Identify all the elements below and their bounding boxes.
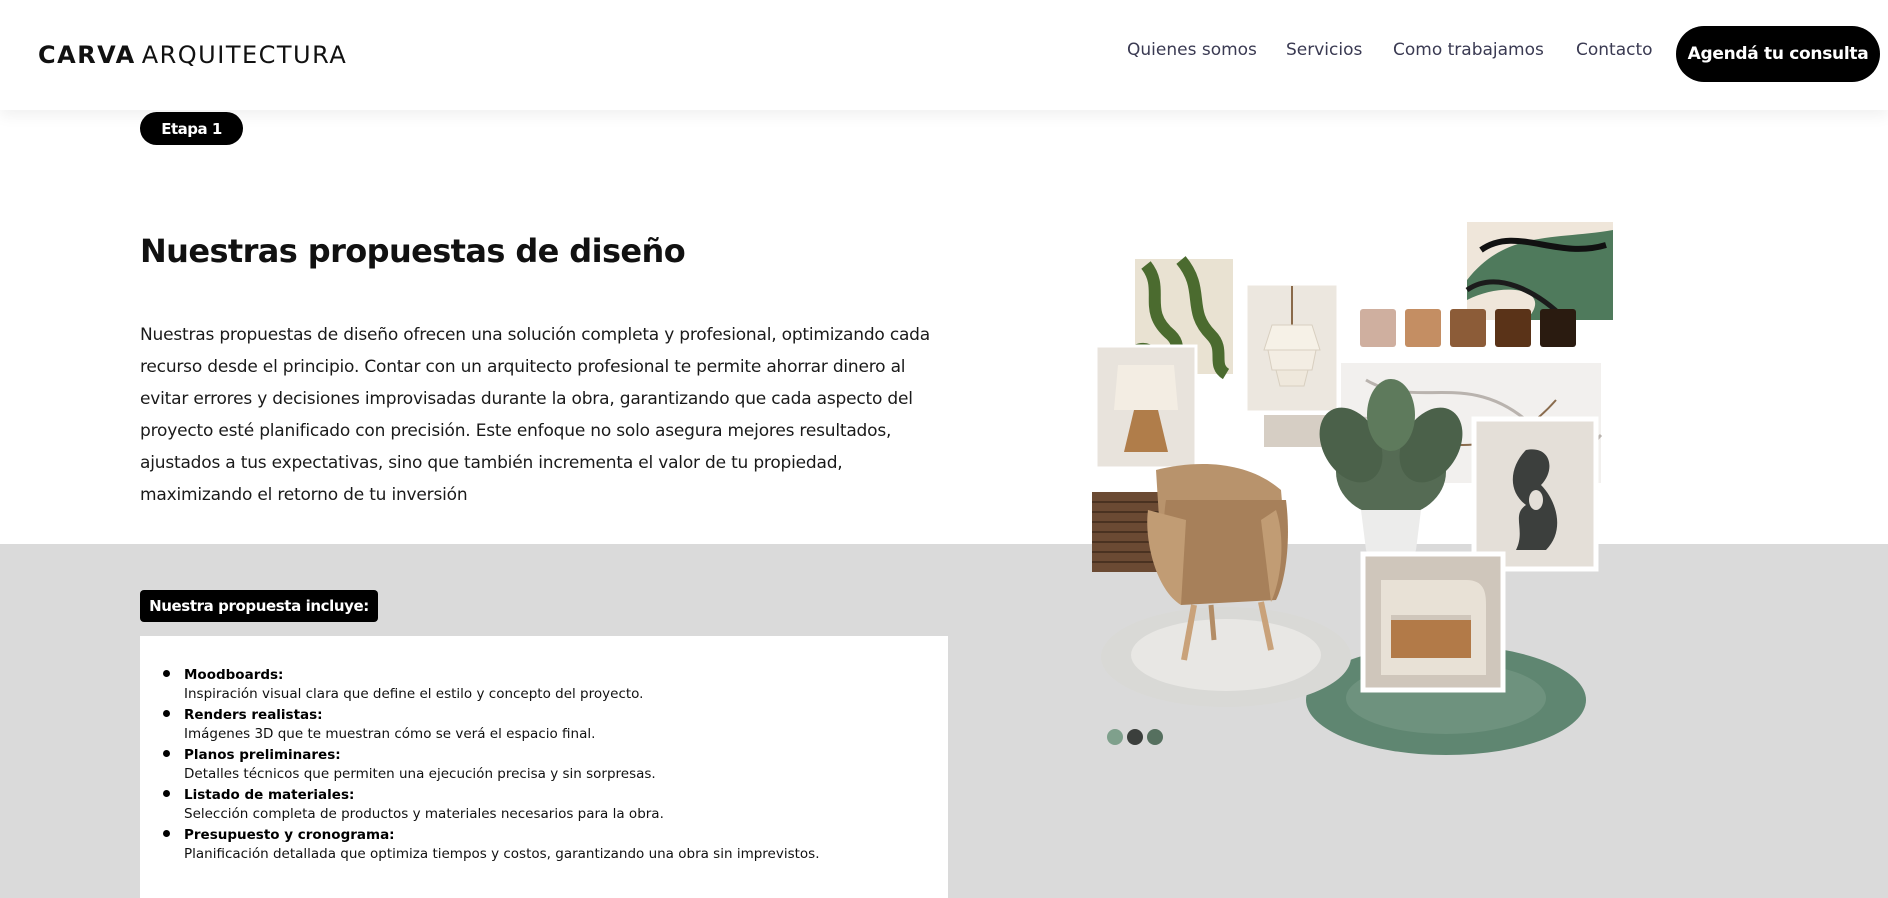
list-item: Moodboards: Inspiración visual clara que…	[163, 665, 924, 705]
list-item-title: Renders realistas:	[184, 707, 323, 723]
table-lamp-icon	[1094, 344, 1198, 470]
carousel-dots	[1107, 729, 1163, 745]
includes-label: Nuestra propuesta incluye:	[140, 590, 378, 622]
nav-item-quienes-somos[interactable]: Quienes somos	[1127, 40, 1257, 60]
list-item: Listado de materiales: Selección complet…	[163, 785, 924, 825]
abstract-wave-art-icon	[1465, 222, 1613, 322]
bullet-icon	[163, 790, 170, 797]
list-item-desc: Planificación detallada que optimiza tie…	[184, 846, 820, 862]
bullet-icon	[163, 830, 170, 837]
book-consultation-button[interactable]: Agendá tu consulta	[1676, 26, 1880, 82]
section-description: Nuestras propuestas de diseño ofrecen un…	[140, 325, 930, 505]
nav-item-servicios[interactable]: Servicios	[1286, 40, 1362, 60]
brand-name-regular: ARQUITECTURA	[141, 41, 348, 69]
palette-swatches	[1360, 309, 1576, 347]
sculpture-icon	[1471, 416, 1599, 572]
list-item-desc: Selección completa de productos y materi…	[184, 806, 664, 822]
list-item-desc: Inspiración visual clara que define el e…	[184, 686, 644, 702]
list-item: Presupuesto y cronograma: Planificación …	[163, 825, 924, 865]
list-item-title: Planos preliminares:	[184, 747, 341, 763]
section-title: Nuestras propuestas de diseño	[140, 232, 686, 270]
carousel-dot-active[interactable]	[1127, 729, 1143, 745]
site-header: CARVA ARQUITECTURA Quienes somos Servicio…	[0, 0, 1888, 110]
carousel-dot[interactable]	[1107, 729, 1123, 745]
bullet-icon	[163, 670, 170, 677]
list-item-desc: Imágenes 3D que te muestran cómo se verá…	[184, 726, 596, 742]
nav-item-contacto[interactable]: Contacto	[1576, 40, 1653, 60]
list-item-title: Presupuesto y cronograma:	[184, 827, 395, 843]
round-rug-icon	[1101, 607, 1586, 755]
nav-item-como-trabajamos[interactable]: Como trabajamos	[1393, 40, 1544, 60]
includes-list: Moodboards: Inspiración visual clara que…	[163, 665, 924, 865]
list-item: Renders realistas: Imágenes 3D que te mu…	[163, 705, 924, 745]
pendant-lamp-icon	[1244, 282, 1340, 414]
bullet-icon	[163, 750, 170, 757]
carousel-dot[interactable]	[1147, 729, 1163, 745]
list-item-title: Moodboards:	[184, 667, 284, 683]
moodboard-collage	[1092, 222, 1613, 755]
list-item-title: Listado de materiales:	[184, 787, 355, 803]
includes-card: Moodboards: Inspiración visual clara que…	[140, 636, 948, 898]
list-item: Planos preliminares: Detalles técnicos q…	[163, 745, 924, 785]
list-item-desc: Detalles técnicos que permiten una ejecu…	[184, 766, 656, 782]
stage-badge: Etapa 1	[140, 112, 243, 145]
bullet-icon	[163, 710, 170, 717]
brand-name-bold: CARVA	[38, 41, 136, 69]
brand-logo[interactable]: CARVA ARQUITECTURA	[38, 41, 347, 69]
nightstand-icon	[1360, 551, 1506, 693]
